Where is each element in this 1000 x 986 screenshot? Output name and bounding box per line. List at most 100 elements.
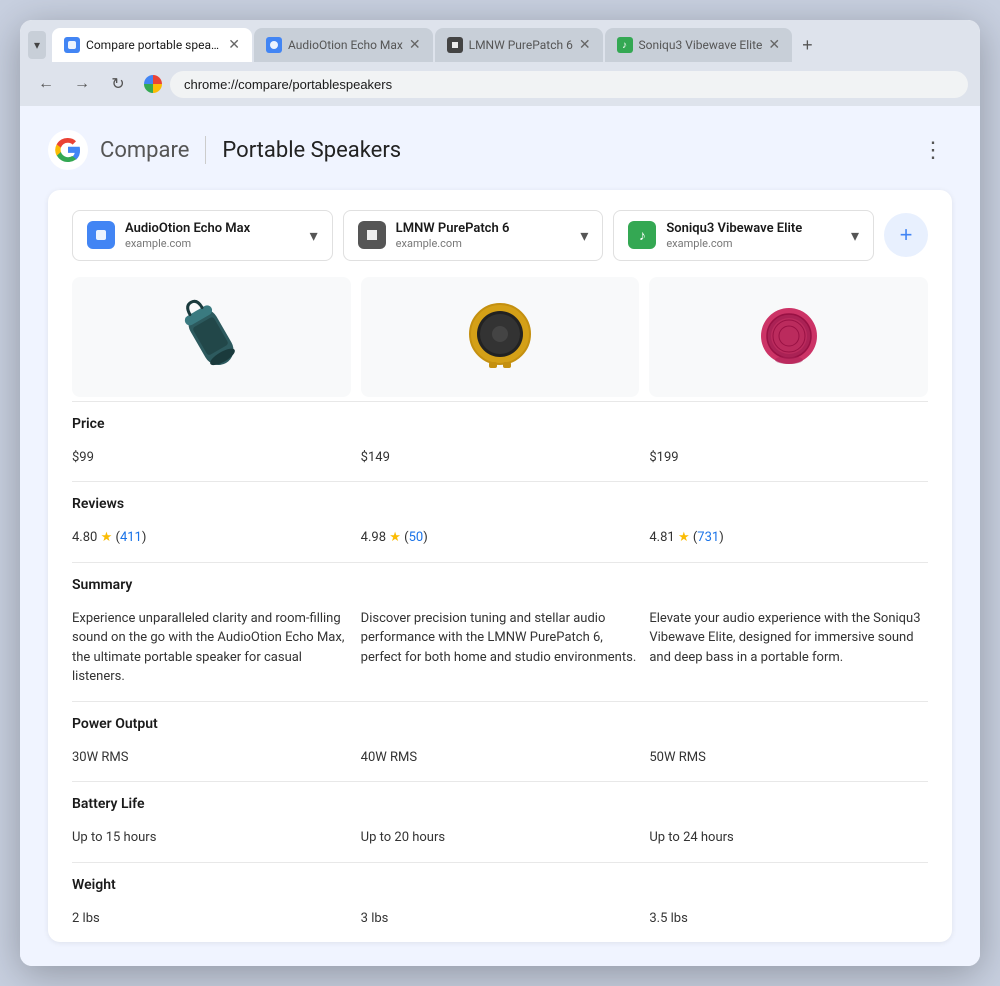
product2-icon [358,221,386,249]
power-value-1: 30W RMS [72,748,351,768]
tab-compare[interactable]: Compare portable speaker ✕ [52,28,252,62]
tab-audiotion[interactable]: AudioOtion Echo Max ✕ [254,28,433,62]
tab-bar: ▾ Compare portable speaker ✕ AudioOtion … [20,20,980,62]
product2-speaker-svg [455,292,545,382]
battery-values: Up to 15 hours Up to 20 hours Up to 24 h… [72,820,928,862]
product1-image [72,277,351,397]
reviews-values: 4.80 ★ (411) 4.98 ★ (50) 4.81 ★ [72,520,928,562]
product1-icon [87,221,115,249]
weight-value-1: 2 lbs [72,909,351,929]
price-value-1: $99 [72,448,351,468]
back-button[interactable]: ← [32,70,60,98]
tab-soniqu3[interactable]: ♪ Soniqu3 Vibewave Elite ✕ [605,28,793,62]
weight-section: Weight 2 lbs 3 lbs 3.5 lbs [72,862,928,943]
rating1: 4.80 [72,530,97,545]
summary-value-1: Experience unparalleled clarity and room… [72,609,351,687]
more-options-icon[interactable]: ⋮ [914,134,952,167]
browser-top: ▾ Compare portable speaker ✕ AudioOtion … [20,20,980,106]
page-header: Compare Portable Speakers ⋮ [48,130,952,170]
product3-name: Soniqu3 Vibewave Elite [666,221,802,237]
product2-image [361,277,640,397]
power-values: 30W RMS 40W RMS 50W RMS [72,740,928,782]
product-selectors: AudioOtion Echo Max example.com ▾ LMNW P… [72,210,928,261]
reviews-label: Reviews [72,482,928,520]
tab2-icon [266,37,282,53]
summary-section: Summary Experience unparalleled clarity … [72,562,928,701]
battery-section: Battery Life Up to 15 hours Up to 20 hou… [72,781,928,862]
product3-speaker-svg [744,292,834,382]
product-images [72,277,928,397]
compare-card: AudioOtion Echo Max example.com ▾ LMNW P… [48,190,952,942]
url-field[interactable] [170,71,968,98]
star3: ★ [678,530,693,545]
rating2: 4.98 [361,530,386,545]
address-bar: ← → ↻ [20,62,980,106]
forward-button[interactable]: → [68,70,96,98]
tab-dropdown[interactable]: ▾ [28,31,46,59]
review-count-1[interactable]: 411 [120,530,142,545]
product2-info: LMNW PurePatch 6 example.com [396,221,510,250]
power-value-2: 40W RMS [361,748,640,768]
product1-info: AudioOtion Echo Max example.com [125,221,250,250]
power-label: Power Output [72,702,928,740]
product3-info: Soniqu3 Vibewave Elite example.com [666,221,802,250]
product2-name: LMNW PurePatch 6 [396,221,510,237]
reviews-value-3: 4.81 ★ (731) [649,528,928,548]
chrome-logo [144,75,162,93]
header-divider [205,136,206,164]
battery-value-1: Up to 15 hours [72,828,351,848]
star2: ★ [389,530,404,545]
tab3-icon [447,37,463,53]
reload-button[interactable]: ↻ [104,70,132,98]
review-count-2[interactable]: 50 [409,530,424,545]
browser-window: ▾ Compare portable speaker ✕ AudioOtion … [20,20,980,966]
summary-values: Experience unparalleled clarity and room… [72,601,928,701]
tab3-close[interactable]: ✕ [579,38,591,52]
product3-chevron: ▾ [851,226,859,245]
battery-value-3: Up to 24 hours [649,828,928,848]
compare-table: Price $99 $149 $199 Reviews 4.80 ★ ( [72,401,928,943]
product2-domain: example.com [396,237,510,250]
product1-speaker-svg [166,292,256,382]
price-values: $99 $149 $199 [72,440,928,482]
tab-lmnw[interactable]: LMNW PurePatch 6 ✕ [435,28,603,62]
tab1-close[interactable]: ✕ [228,38,240,52]
power-section: Power Output 30W RMS 40W RMS 50W RMS [72,701,928,782]
product-selector-2[interactable]: LMNW PurePatch 6 example.com ▾ [343,210,604,261]
tab1-label: Compare portable speaker [86,38,222,52]
product2-chevron: ▾ [580,226,588,245]
tab4-close[interactable]: ✕ [768,38,780,52]
price-label: Price [72,402,928,440]
price-value-3: $199 [649,448,928,468]
summary-value-2: Discover precision tuning and stellar au… [361,609,640,687]
add-product-button[interactable]: + [884,213,928,257]
product-selector-3[interactable]: ♪ Soniqu3 Vibewave Elite example.com ▾ [613,210,874,261]
weight-value-3: 3.5 lbs [649,909,928,929]
reviews-value-2: 4.98 ★ (50) [361,528,640,548]
weight-values: 2 lbs 3 lbs 3.5 lbs [72,901,928,943]
product3-icon: ♪ [628,221,656,249]
power-value-3: 50W RMS [649,748,928,768]
product-selector-3-left: ♪ Soniqu3 Vibewave Elite example.com [628,221,802,250]
summary-label: Summary [72,563,928,601]
product1-name: AudioOtion Echo Max [125,221,250,237]
price-value-2: $149 [361,448,640,468]
product-selector-1[interactable]: AudioOtion Echo Max example.com ▾ [72,210,333,261]
summary-value-3: Elevate your audio experience with the S… [649,609,928,687]
page-header-left: Compare Portable Speakers [48,130,401,170]
battery-label: Battery Life [72,782,928,820]
page-content: Compare Portable Speakers ⋮ AudioOtion E… [20,106,980,966]
review-count-3[interactable]: 731 [697,530,719,545]
tab2-close[interactable]: ✕ [409,38,421,52]
product1-chevron: ▾ [310,226,318,245]
price-section: Price $99 $149 $199 [72,401,928,482]
compare-label: Compare [100,138,189,163]
product3-domain: example.com [666,237,802,250]
page-title: Portable Speakers [222,138,401,163]
new-tab-button[interactable]: + [794,31,821,60]
tab3-label: LMNW PurePatch 6 [469,38,573,52]
tab1-icon [64,37,80,53]
google-logo [48,130,88,170]
rating3: 4.81 [649,530,674,545]
battery-value-2: Up to 20 hours [361,828,640,848]
